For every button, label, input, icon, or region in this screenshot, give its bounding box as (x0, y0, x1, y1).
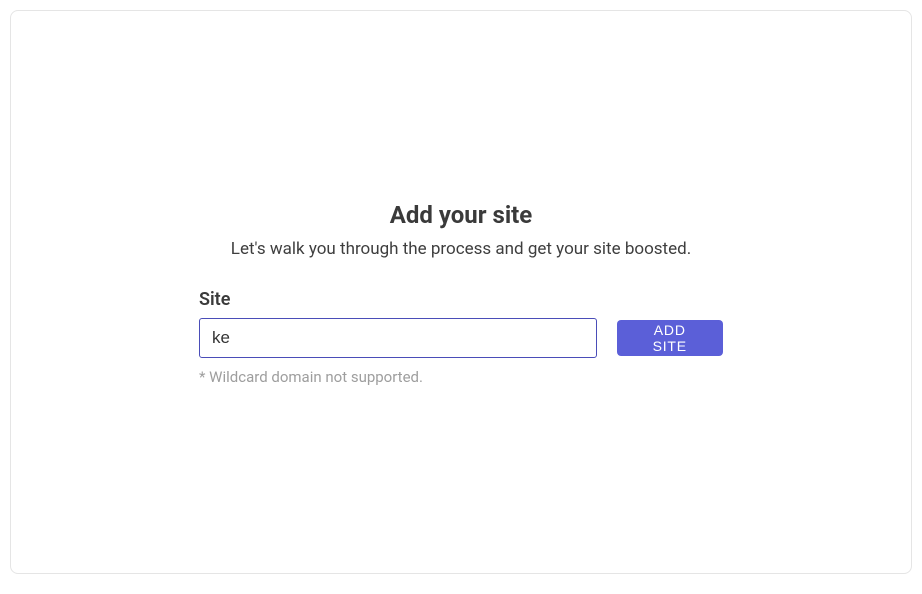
add-site-button[interactable]: ADD SITE (617, 320, 724, 356)
form-area: Site ADD SITE * Wildcard domain not supp… (199, 289, 723, 386)
card-container: Add your site Let's walk you through the… (10, 10, 912, 574)
content-wrapper: Add your site Let's walk you through the… (11, 201, 911, 386)
page-subtitle: Let's walk you through the process and g… (231, 239, 691, 259)
helper-text: * Wildcard domain not supported. (199, 368, 723, 386)
site-input[interactable] (199, 318, 597, 358)
page-title: Add your site (390, 201, 533, 229)
input-row: ADD SITE (199, 318, 723, 358)
site-label: Site (199, 289, 723, 310)
